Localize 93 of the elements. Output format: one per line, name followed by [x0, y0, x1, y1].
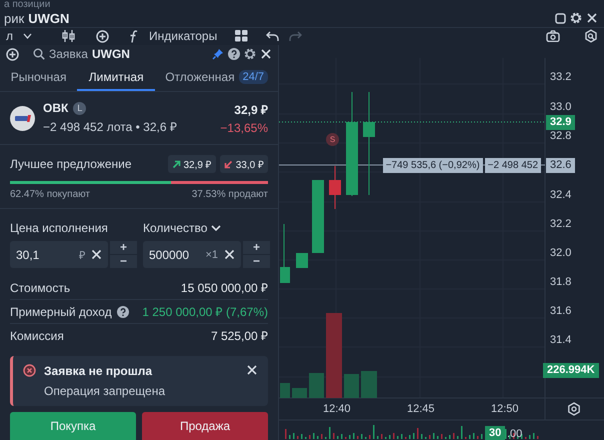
sell-button[interactable]: Продажа — [142, 412, 268, 440]
settings-icon[interactable] — [570, 12, 582, 24]
clear-icon[interactable] — [91, 249, 102, 260]
settings-icon[interactable] — [244, 48, 256, 60]
candle — [280, 224, 290, 284]
panel-title: UWGN — [92, 47, 130, 61]
grid-icon[interactable] — [235, 30, 248, 42]
window-title: а позиции — [3, 0, 52, 9]
price-label: 32.0 — [549, 246, 572, 261]
magnifier-icon[interactable] — [584, 29, 598, 43]
interval-button[interactable]: л — [6, 29, 14, 43]
pin-icon[interactable] — [212, 48, 224, 60]
price-label: 33.2 — [549, 70, 572, 85]
buy-share-label: 62.47% покупают — [10, 189, 90, 200]
summary-label: Комиссия — [10, 328, 64, 342]
position-quantity-label: −2 498 452 — [484, 158, 541, 173]
price-label: 32.8 — [549, 129, 572, 144]
navigator-badge: 30 — [485, 426, 506, 440]
volume-bar — [309, 373, 324, 398]
add-icon[interactable] — [6, 48, 19, 60]
time-label: 12:45 — [407, 403, 435, 415]
price-label: 32.2 — [549, 217, 572, 232]
help-icon[interactable] — [228, 48, 240, 60]
price-label: 31.8 — [549, 275, 572, 290]
summary-value: 15 050 000,00 ₽ — [180, 280, 268, 296]
best-sell-price[interactable]: 33,0 ₽ — [220, 155, 268, 173]
search-icon — [33, 48, 45, 60]
quantity-input[interactable]: 500000 ×1 — [143, 241, 241, 268]
settings-icon[interactable] — [567, 402, 581, 416]
last-price-badge: 32.9 — [546, 115, 576, 130]
sell-share-label: 37.53% продают — [192, 189, 268, 200]
window-title: рик — [4, 10, 24, 26]
instrument-badge: L — [73, 102, 86, 114]
position-summary: −2 498 452 лота • 32,6 ₽ — [43, 119, 178, 135]
indicators-button[interactable]: Индикаторы — [149, 29, 218, 43]
camera-icon[interactable] — [546, 30, 560, 42]
decrement-button[interactable]: − — [110, 255, 137, 268]
summary-label: Примерный доход — [10, 304, 112, 318]
caret-icon[interactable] — [23, 33, 32, 39]
order-type-tab[interactable]: Лимитная — [77, 65, 156, 91]
time-label: 12:50 — [491, 403, 519, 415]
price-label: 31.6 — [549, 304, 572, 319]
panel-title: Заявка — [49, 47, 88, 61]
best-buy-price[interactable]: 32,9 ₽ — [168, 155, 216, 173]
volume-bar — [292, 388, 307, 398]
increment-button[interactable]: + — [110, 241, 137, 254]
order-type-tab[interactable]: Рыночная — [0, 65, 78, 91]
instrument-price: 32,9 ₽ — [234, 102, 268, 118]
close-icon[interactable] — [586, 12, 598, 24]
decrement-button[interactable]: − — [243, 255, 270, 268]
time-label: 12:40 — [323, 403, 351, 415]
position-pnl-label: −749 535,6 (−0,92%) — [382, 158, 483, 173]
arrow-up-right-icon — [172, 160, 180, 168]
arrow-down-left-icon — [224, 160, 233, 168]
add-icon[interactable] — [96, 30, 110, 42]
candles-icon[interactable] — [62, 29, 76, 43]
undo-icon[interactable] — [266, 30, 280, 42]
summary-label: Стоимость — [10, 280, 70, 294]
price-field-label: Цена исполнения — [10, 221, 109, 235]
instrument-name: ОВК — [43, 101, 68, 115]
maximize-icon[interactable] — [555, 12, 566, 24]
price-label: 31.4 — [549, 333, 572, 348]
volume-badge: 226.994K — [543, 363, 599, 378]
sell-marker: S — [326, 133, 339, 146]
clear-icon[interactable] — [224, 249, 235, 260]
order-type-tab[interactable]: Отложенная 24/7 — [155, 65, 278, 91]
crosshair-price-badge: 32.6 — [546, 158, 576, 173]
close-icon[interactable] — [246, 364, 258, 376]
window-title: UWGN — [28, 10, 70, 26]
volume-bar — [361, 371, 377, 398]
price-label: 32.4 — [549, 188, 572, 203]
close-icon[interactable] — [260, 48, 272, 60]
volume-bar — [344, 374, 359, 398]
navigator-label: .00 — [507, 428, 522, 440]
help-icon[interactable] — [116, 306, 129, 318]
function-icon[interactable] — [129, 30, 140, 42]
summary-value: 7 525,00 ₽ — [210, 328, 268, 344]
tab-badge: 24/7 — [238, 70, 268, 84]
increment-button[interactable]: + — [243, 241, 270, 254]
toast-title: Заявка не прошла — [44, 364, 154, 378]
quantity-field-label: Количество — [143, 221, 208, 235]
price-change: −13,65% — [220, 121, 268, 135]
best-offer-label: Лучшее предложение — [10, 157, 133, 171]
summary-value: 1 250 000,00 ₽ (7,67%) — [142, 304, 268, 320]
volume-bar — [280, 383, 290, 398]
price-input[interactable]: 30,1 ₽ — [10, 241, 108, 268]
candle — [296, 253, 308, 268]
company-logo — [10, 106, 35, 130]
chevron-down-icon[interactable] — [211, 224, 222, 232]
candle — [329, 166, 341, 210]
error-icon — [23, 364, 36, 377]
price-label: 33.0 — [549, 100, 572, 115]
toast-message: Операция запрещена — [44, 384, 166, 398]
